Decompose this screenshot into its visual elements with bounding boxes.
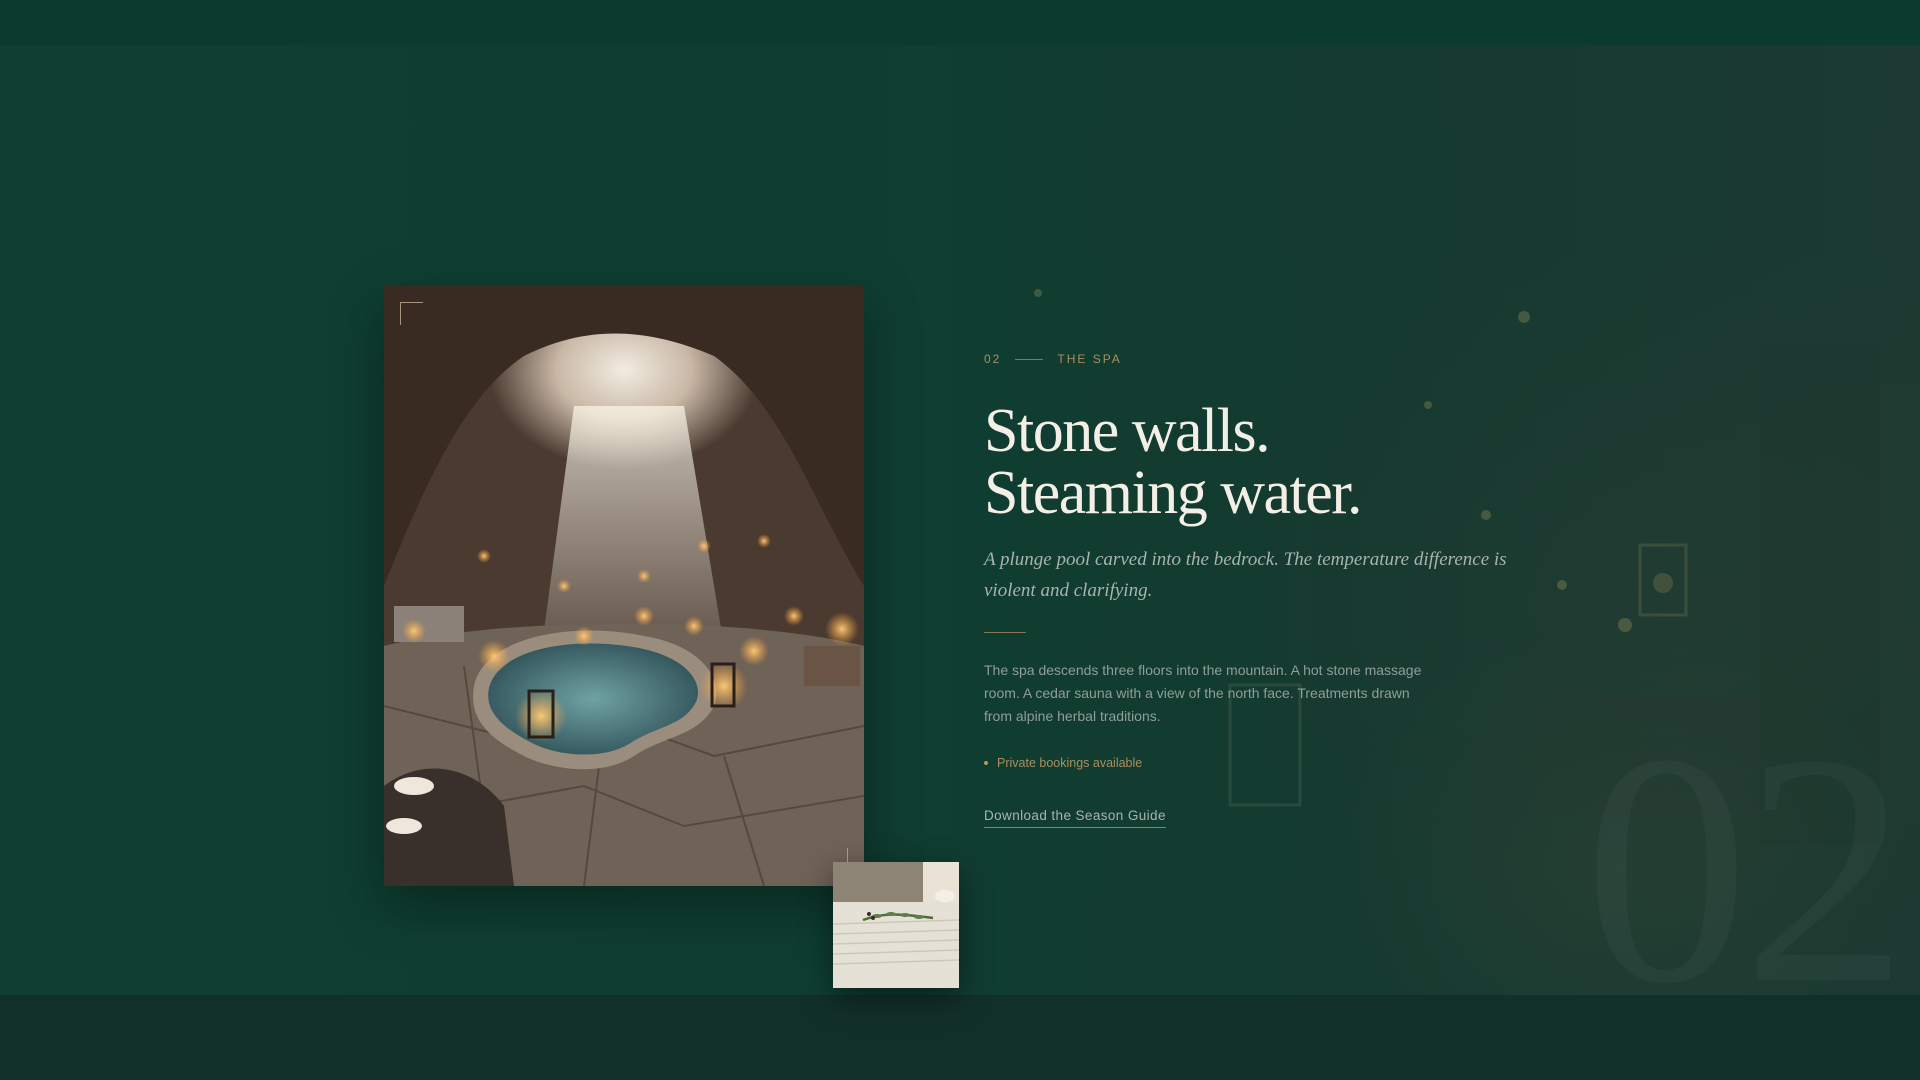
image-corner-mark (400, 302, 423, 325)
section-eyebrow: 02 THE SPA (984, 352, 1544, 366)
footer-band (0, 995, 1920, 1080)
bg-lantern (1638, 543, 1688, 617)
section-headline: Stone walls. Steaming water. (984, 400, 1544, 524)
bookings-note-text: Private bookings available (997, 756, 1143, 770)
section-body: The spa descends three floors into the m… (984, 662, 1422, 724)
section-label: THE SPA (1057, 352, 1122, 366)
bullet-dot-icon (984, 761, 988, 765)
bg-lantern-glow (1653, 573, 1673, 593)
headline-line-1: Stone walls. (984, 397, 1271, 465)
content-divider (984, 632, 1026, 633)
eyebrow-rule (1015, 358, 1044, 360)
towel-thumbnail-image (833, 862, 959, 988)
top-bar (0, 0, 1920, 45)
download-season-guide-link[interactable]: Download the Season Guide (984, 808, 1166, 828)
section-lede: A plunge pool carved into the bedrock. T… (984, 549, 1507, 601)
spa-section: 02 (0, 45, 1920, 995)
bookings-note: Private bookings available (984, 756, 1544, 770)
spa-cave-image (384, 286, 864, 886)
section-number-watermark: 02 (1584, 705, 1902, 995)
section-content: 02 THE SPA Stone walls. Steaming water. … (984, 352, 1544, 828)
section-number: 02 (984, 352, 1002, 366)
headline-line-2: Steaming water. (984, 459, 1362, 527)
